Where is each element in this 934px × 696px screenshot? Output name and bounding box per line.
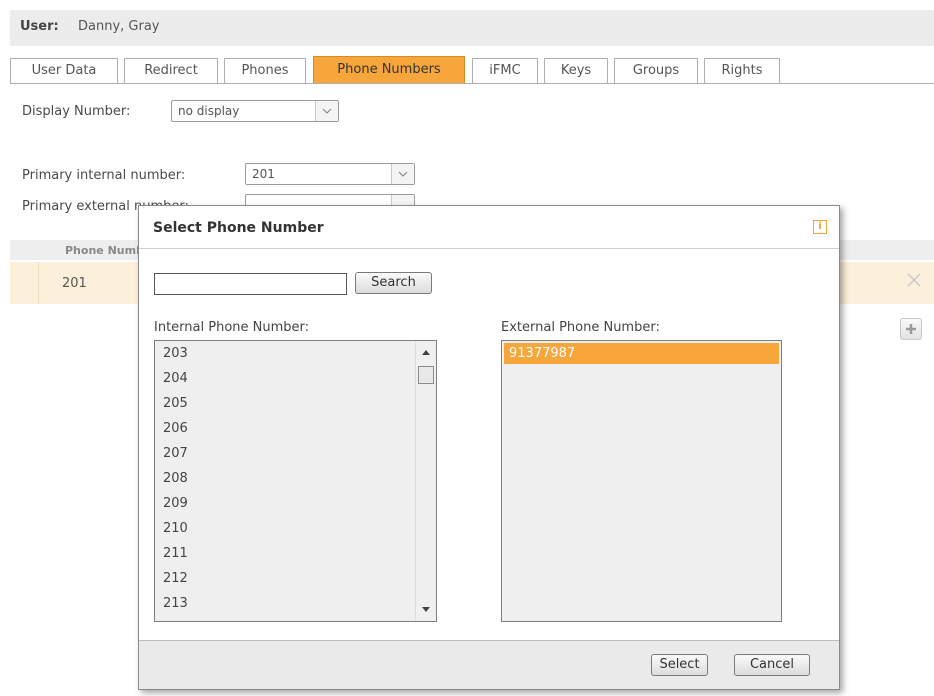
primary-internal-select[interactable]: 201	[245, 163, 415, 185]
delete-icon[interactable]	[906, 272, 922, 292]
external-number-list[interactable]: 91377987	[501, 340, 782, 622]
user-name: Danny, Gray	[78, 19, 160, 34]
list-item[interactable]: 209	[163, 496, 188, 511]
list-item[interactable]: 210	[163, 521, 188, 536]
tab-phones[interactable]: Phones	[224, 58, 306, 84]
row-phone-number: 201	[62, 276, 87, 291]
select-button[interactable]: Select	[651, 654, 708, 676]
user-label: User:	[20, 19, 59, 34]
list-item-selected[interactable]: 91377987	[504, 343, 779, 364]
list-item[interactable]: 208	[163, 471, 188, 486]
user-header: User: Danny, Gray	[10, 10, 934, 46]
search-button[interactable]: Search	[355, 272, 432, 294]
add-button[interactable]	[900, 318, 922, 340]
tab-groups[interactable]: Groups	[614, 58, 698, 84]
search-input[interactable]	[154, 273, 347, 295]
internal-number-list[interactable]: 203 204 205 206 207 208 209 210 211 212 …	[154, 340, 437, 622]
tab-redirect[interactable]: Redirect	[124, 58, 218, 84]
list-item[interactable]: 211	[163, 546, 188, 561]
list-item[interactable]: 207	[163, 446, 188, 461]
list-item[interactable]: 203	[163, 346, 188, 361]
select-phone-number-dialog: Select Phone Number i Search Internal Ph…	[138, 205, 840, 690]
tab-divider	[10, 83, 934, 84]
chevron-down-icon	[315, 101, 338, 121]
list-item[interactable]: 206	[163, 421, 188, 436]
primary-internal-value: 201	[252, 167, 275, 181]
tab-user-data[interactable]: User Data	[10, 58, 118, 84]
scrollbar[interactable]	[415, 341, 436, 621]
internal-number-label: Internal Phone Number:	[154, 320, 310, 335]
dialog-footer: Select Cancel	[139, 640, 839, 689]
tab-ifmc[interactable]: iFMC	[472, 58, 538, 84]
info-icon[interactable]: i	[813, 220, 827, 234]
tab-rights[interactable]: Rights	[704, 58, 780, 84]
list-item[interactable]: 213	[163, 596, 188, 611]
dialog-header-divider	[139, 248, 839, 249]
scrollbar-thumb[interactable]	[418, 366, 434, 384]
display-number-select[interactable]: no display	[171, 100, 339, 122]
list-item[interactable]: 212	[163, 571, 188, 586]
scroll-up-icon[interactable]	[422, 349, 430, 355]
scroll-down-icon[interactable]	[422, 607, 430, 613]
cancel-button[interactable]: Cancel	[734, 654, 810, 676]
display-number-value: no display	[178, 104, 240, 118]
dialog-title: Select Phone Number	[153, 220, 324, 236]
display-number-label: Display Number:	[22, 104, 131, 119]
list-item[interactable]: 205	[163, 396, 188, 411]
tab-phone-numbers[interactable]: Phone Numbers	[313, 56, 465, 84]
primary-internal-label: Primary internal number:	[22, 168, 186, 183]
row-divider	[38, 262, 39, 304]
plus-icon	[906, 324, 916, 334]
external-number-label: External Phone Number:	[501, 320, 660, 335]
chevron-down-icon	[391, 164, 414, 184]
list-item[interactable]: 204	[163, 371, 188, 386]
tab-keys[interactable]: Keys	[544, 58, 608, 84]
